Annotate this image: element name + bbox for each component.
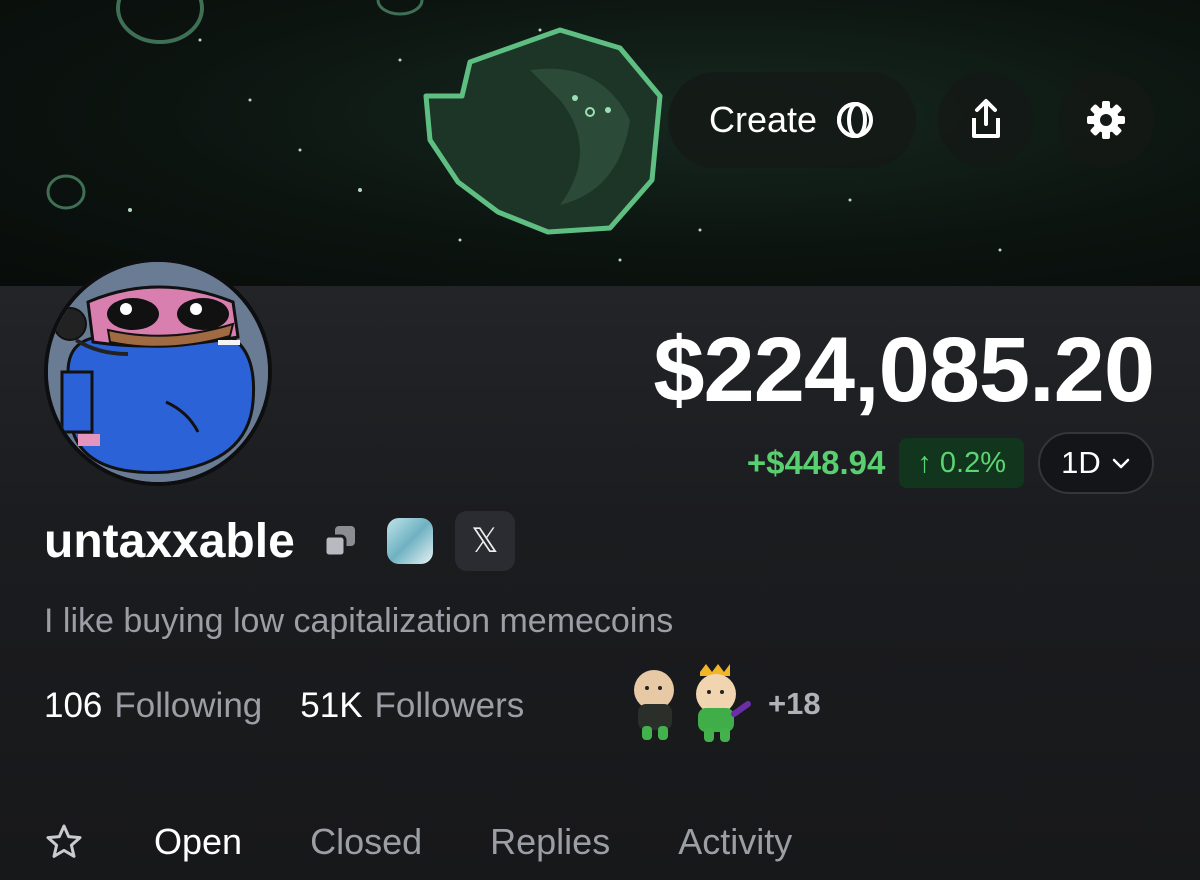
avatar[interactable] [44, 258, 272, 486]
followers-link[interactable]: 51K Followers [300, 686, 524, 726]
balance-change-row: +$448.94 ↑ 0.2% 1D [747, 432, 1154, 494]
change-percent-badge: ↑ 0.2% [899, 438, 1024, 488]
mutual-avatar-2 [696, 664, 751, 742]
create-label: Create [708, 99, 818, 140]
change-percent: 0.2% [939, 446, 1006, 479]
settings-button[interactable] [1058, 72, 1154, 168]
time-range-value: 1D [1061, 445, 1101, 480]
loading-ring-icon [837, 102, 874, 138]
following-label: Following [114, 686, 263, 725]
tab-open[interactable]: Open [154, 821, 242, 863]
profile-banner: Create [0, 0, 1200, 286]
linked-token-badge[interactable] [386, 518, 433, 564]
share-icon [972, 99, 1000, 138]
username-row: untaxxable 𝕏 [44, 510, 515, 572]
mutual-followers[interactable]: +18 [624, 664, 821, 744]
arrow-up-icon: ↑ [917, 446, 932, 479]
chevron-down-icon [1112, 458, 1130, 469]
profile-bio: I like buying low capitalization memecoi… [44, 602, 674, 640]
profile-tabs: Open Closed Replies Activity [44, 812, 860, 872]
gear-icon [1087, 101, 1125, 139]
mutual-avatars [634, 664, 751, 742]
username: untaxxable [44, 514, 295, 568]
followers-label: Followers [374, 686, 525, 725]
copy-icon[interactable] [323, 521, 363, 561]
following-link[interactable]: 106 Following [44, 686, 262, 726]
change-amount: +$448.94 [746, 444, 886, 481]
x-social-link[interactable]: 𝕏 [454, 511, 515, 571]
create-button[interactable]: Create [668, 72, 916, 168]
mutual-avatar-1 [634, 670, 674, 740]
portfolio-balance: $224,085.20 [653, 319, 1155, 421]
followers-count: 51K [300, 686, 363, 725]
avatar-image [48, 262, 268, 482]
mutuals-more-count: +18 [768, 686, 821, 721]
tab-replies[interactable]: Replies [490, 821, 610, 863]
star-icon[interactable] [44, 822, 84, 862]
time-range-selector[interactable]: 1D [1038, 432, 1154, 494]
share-button[interactable] [938, 72, 1034, 168]
tab-activity[interactable]: Activity [678, 821, 792, 863]
follow-stats: 106 Following 51K Followers [44, 684, 524, 728]
following-count: 106 [44, 686, 103, 725]
tab-closed[interactable]: Closed [310, 821, 422, 863]
